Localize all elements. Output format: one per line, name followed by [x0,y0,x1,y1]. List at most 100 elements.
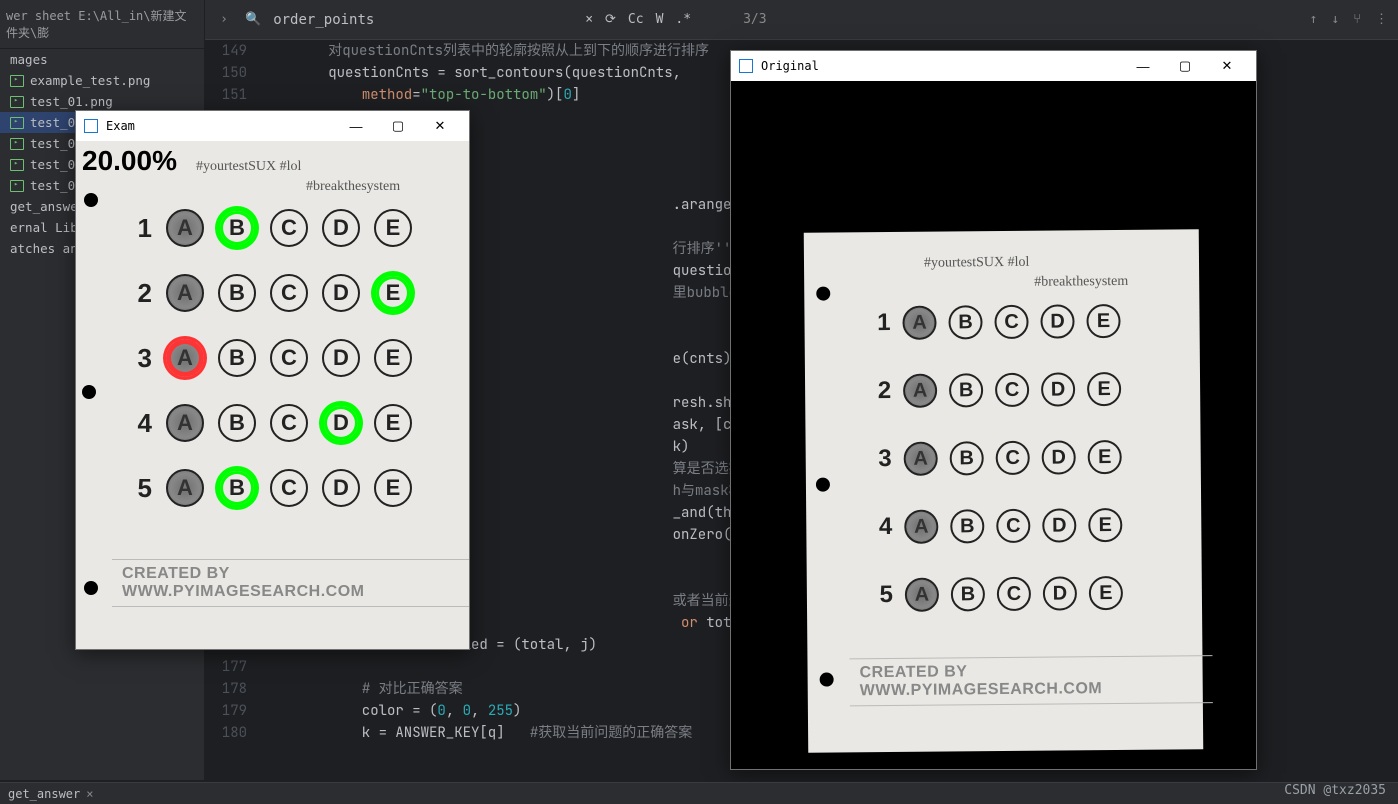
answer-row: 5ABCDE [134,469,412,507]
titlebar[interactable]: Exam — ▢ ✕ [76,111,469,141]
answer-bubble: A [903,374,937,408]
answer-bubble: D [322,274,360,312]
answer-row: 2ABCDE [134,274,412,312]
handwriting-1: #yourtestSUX #lol [924,255,1030,272]
answer-row: 1ABCDE [134,209,412,247]
answer-bubble: E [374,339,412,377]
tree-file-example[interactable]: example_test.png [0,70,204,91]
answer-bubble: D [1041,372,1075,406]
find-toolbar: › 🔍 × ⟳ Cc W .* 3/3 ↑ ↓ ⑂ ⋮ [205,0,1398,40]
image-file-icon [10,75,24,87]
clear-search-button[interactable]: × [585,12,593,27]
answer-bubble: D [1043,576,1077,610]
answer-bubble: B [218,339,256,377]
question-number: 3 [134,343,152,374]
score-overlay: 20.00% [82,145,177,177]
minimize-button[interactable]: — [335,112,377,140]
tree-file-test01[interactable]: test_01.png [0,91,204,112]
maximize-button[interactable]: ▢ [1164,52,1206,80]
answer-bubble: D [1042,508,1076,542]
answer-bubble: A [902,306,936,340]
image-file-icon [10,117,24,129]
question-number: 2 [134,278,152,309]
image-file-icon [10,138,24,150]
paper-hole [820,672,834,686]
window-title: Exam [106,119,335,133]
answer-bubble: D [1040,304,1074,338]
tree-folder-images[interactable]: mages [0,49,204,70]
original-image-view: #yourtestSUX #lol #breakthesystem 1ABCDE… [731,81,1256,769]
match-case-toggle[interactable]: Cc [628,12,644,27]
panel-chevron-icon[interactable]: › [215,12,233,27]
image-file-icon [10,159,24,171]
answer-row: 5ABCDE [875,576,1123,612]
answer-bubble: A [905,578,939,612]
next-match-button[interactable]: ↓ [1331,12,1339,27]
answer-bubble: C [270,274,308,312]
paper-hole [84,193,98,207]
paper-hole [816,478,830,492]
answer-bubble: E [374,469,412,507]
answer-bubble: E [1086,304,1120,338]
close-button[interactable]: ✕ [1206,52,1248,80]
image-file-icon [10,180,24,192]
answer-bubble: A [166,209,204,247]
handwriting-1: #yourtestSUX #lol [196,159,301,175]
answer-bubble: E [374,209,412,247]
close-button[interactable]: ✕ [419,112,461,140]
answer-bubble: B [218,404,256,442]
maximize-button[interactable]: ▢ [377,112,419,140]
answer-bubble: C [996,441,1030,475]
debug-tab[interactable]: get_answer [8,787,80,801]
answer-bubble: C [270,404,308,442]
more-menu-icon[interactable]: ⋮ [1375,12,1388,27]
answer-bubble: B [948,305,982,339]
answer-row: 4ABCDE [874,508,1122,544]
answer-bubble: B [218,469,256,507]
exam-image-view: 20.00% #yourtestSUX #lol #breakthesystem… [76,141,469,649]
close-tab-icon[interactable]: × [86,787,93,801]
opencv-window-original[interactable]: Original — ▢ ✕ #yourtestSUX #lol #breakt… [730,50,1257,770]
question-number: 4 [134,408,152,439]
question-number: 5 [875,581,893,609]
answer-row: 2ABCDE [873,372,1121,408]
handwriting-2: #breakthesystem [306,179,400,195]
created-by-footer: CREATED BY WWW.PYIMAGESEARCH.COM [860,661,1203,700]
answer-bubble: C [995,373,1029,407]
regex-toggle[interactable]: .* [675,12,691,27]
paper-hole [816,287,830,301]
answer-bubble: E [1089,576,1123,610]
project-path-crumb: wer sheet E:\All_in\新建文件夹\膨 [0,0,204,49]
answer-bubble: E [1087,372,1121,406]
handwriting-2: #breakthesystem [1034,274,1128,291]
answer-row: 1ABCDE [872,304,1120,340]
titlebar[interactable]: Original — ▢ ✕ [731,51,1256,81]
answer-bubble: B [951,577,985,611]
find-history-icon[interactable]: ⟳ [605,12,616,27]
answer-bubble: B [950,509,984,543]
answer-bubble: B [218,274,256,312]
filter-icon[interactable]: ⑂ [1353,12,1361,27]
question-number: 2 [873,377,891,405]
answer-row: 3ABCDE [874,440,1122,476]
minimize-button[interactable]: — [1122,52,1164,80]
answer-bubble: B [950,441,984,475]
question-number: 1 [134,213,152,244]
answer-bubble: D [322,339,360,377]
whole-word-toggle[interactable]: W [656,12,664,27]
opencv-window-exam[interactable]: Exam — ▢ ✕ 20.00% #yourtestSUX #lol #bre… [75,110,470,650]
answer-bubble: D [322,404,360,442]
answer-bubble: C [994,305,1028,339]
paper-hole [84,581,98,595]
answer-bubble: B [218,209,256,247]
answer-bubble: B [949,373,983,407]
answer-bubble: E [1088,440,1122,474]
answer-bubble: C [270,339,308,377]
answer-bubble: A [904,442,938,476]
question-number: 3 [874,445,892,473]
find-input[interactable] [273,12,573,28]
answer-bubble: D [1042,440,1076,474]
answer-bubble: E [1088,508,1122,542]
answer-bubble: D [322,469,360,507]
prev-match-button[interactable]: ↑ [1310,12,1318,27]
